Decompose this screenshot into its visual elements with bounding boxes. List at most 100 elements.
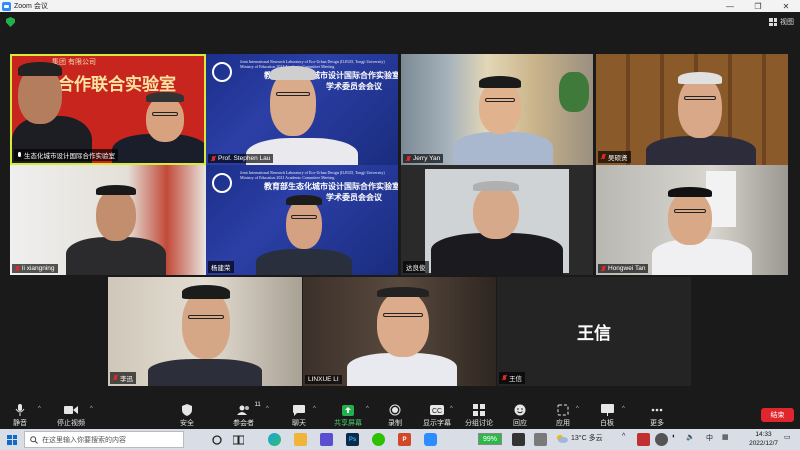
task-view-icon[interactable] [232,433,245,446]
share-screen-icon [342,404,354,416]
participant-name-tag: Prof. Stephen Lau [208,154,274,163]
notification-center-icon[interactable]: ▭ [784,433,791,441]
close-button[interactable]: ✕ [772,2,800,11]
whiteboard-button[interactable]: 白板 [600,404,614,428]
microphone-muted-icon [15,265,20,272]
participant-name-tag: Jerry Yan [403,154,444,163]
clock-time: 14:33 [755,431,772,438]
video-tile-3[interactable]: 吴硕贤 [596,54,788,165]
chat-options-caret-icon[interactable]: ^ [313,406,316,412]
zoom-logo-icon [2,1,11,11]
video-tile-9[interactable]: LINXUE LI [303,277,496,386]
maximize-button[interactable]: ❐ [744,2,772,11]
university-logo-icon [212,173,232,193]
input-method-indicator[interactable]: 中 [706,433,713,443]
powerpoint-icon[interactable]: P [398,433,411,446]
security-label: 安全 [180,420,194,427]
participant-name-tag: li xiangning [12,264,58,273]
apps-button[interactable]: 应用 [556,404,570,428]
captions-button[interactable]: CC 显示字幕 [423,404,451,428]
participant-name: Jerry Yan [413,155,441,162]
video-tile-8[interactable]: 李迅 [108,277,302,386]
participant-name-tag: 杨建荣 [208,261,234,273]
security-button[interactable]: 安全 [180,404,194,428]
encryption-shield-icon[interactable] [6,17,15,27]
breakout-rooms-icon [473,404,485,416]
participants-button[interactable]: 11 参会者 [233,402,261,428]
participants-label: 参会者 [233,420,254,427]
tray-app-icon-2[interactable] [534,433,547,446]
stop-video-button[interactable]: 停止视频 [57,404,85,428]
record-button[interactable]: 录制 [388,404,402,428]
participant-name-tag: LINXUE LI [305,375,342,384]
taskbar-search-input[interactable]: 在这里输入你要搜索的内容 [24,431,184,448]
title-bar: Zoom 会议 — ❐ ✕ [0,0,800,12]
video-tile-2[interactable]: Jerry Yan [401,54,593,165]
tray-status-icon[interactable] [637,433,650,446]
cortana-circle-icon[interactable] [210,433,223,446]
wechat-icon[interactable] [372,433,385,446]
video-tile-4[interactable]: li xiangning [10,165,206,275]
view-button-label: 视图 [780,19,794,26]
chat-bubble-icon [293,404,305,416]
mute-options-caret-icon[interactable]: ^ [38,406,41,412]
ime-options-icon[interactable]: ▦ [722,433,729,441]
zoom-taskbar-icon[interactable] [424,433,437,446]
file-explorer-icon[interactable] [294,433,307,446]
video-tile-1[interactable]: Joint International Research Laboratory … [206,54,398,165]
taskbar-clock[interactable]: 14:33 2022/12/7 [749,430,778,448]
microphone-muted-icon [601,265,606,272]
mute-button[interactable]: 静音 [13,404,27,428]
weather-widget[interactable]: 13°C 多云 [556,433,603,443]
smiley-plus-icon [514,404,526,416]
record-icon [389,404,401,416]
reactions-label: 回应 [513,420,527,427]
video-tile-10[interactable]: 王信 王信 [497,277,691,386]
edge-browser-icon[interactable] [268,433,281,446]
view-button[interactable]: 视图 [769,17,794,27]
show-hidden-icons-button[interactable]: ^ [622,433,625,440]
captions-options-caret-icon[interactable]: ^ [450,406,453,412]
more-label: 更多 [650,420,664,427]
microphone-muted-icon [502,375,507,381]
participant-name-tag: 达良俊 [403,261,429,273]
chat-button[interactable]: 聊天 [292,404,306,428]
participants-count: 11 [254,402,261,408]
windows-start-icon[interactable] [7,434,17,445]
chat-label: 聊天 [292,420,306,427]
microphone-muted-icon [113,375,118,381]
zoom-window: Zoom 会议 — ❐ ✕ 视图 集团 有限公司 际合作联合实验室 生态化城市设… [0,0,800,450]
network-icon[interactable]: ◐ [672,433,676,440]
participant-name-tag: 吴硕贤 [598,151,631,163]
participants-options-caret-icon[interactable]: ^ [266,406,269,412]
speaker-icon[interactable]: 🔈 [686,433,695,441]
breakout-rooms-button[interactable]: 分组讨论 [465,404,493,428]
minimize-button[interactable]: — [716,2,744,11]
svg-text:CC: CC [432,408,442,415]
participant-avatar-name: 王信 [577,324,611,344]
video-options-caret-icon[interactable]: ^ [90,406,93,412]
photoshop-icon[interactable]: Ps [346,433,359,446]
video-tile-0[interactable]: 集团 有限公司 际合作联合实验室 生态化城市设计国际合作实验室 [10,54,206,165]
participant-name: Hongwei Tan [608,265,646,272]
search-placeholder: 在这里输入你要搜索的内容 [42,436,126,444]
clock-date: 2022/12/7 [749,440,778,447]
apps-options-caret-icon[interactable]: ^ [576,406,579,412]
weather-text: 13°C 多云 [571,435,603,442]
closed-captions-icon: CC [430,404,444,416]
share-options-caret-icon[interactable]: ^ [366,406,369,412]
video-tile-6[interactable]: 达良俊 [401,165,593,275]
tray-security-icon[interactable] [655,433,668,446]
store-icon[interactable] [320,433,333,446]
battery-indicator[interactable]: 99% [478,433,502,445]
reactions-button[interactable]: 回应 [513,404,527,428]
more-button[interactable]: 更多 [650,404,664,428]
tray-app-icon[interactable] [512,433,525,446]
video-tile-5[interactable]: Joint International Research Laboratory … [206,165,398,275]
whiteboard-options-caret-icon[interactable]: ^ [622,406,625,412]
gallery-grid-icon [769,18,777,26]
video-tile-7[interactable]: Hongwei Tan [596,165,788,275]
end-meeting-button[interactable]: 结束 [761,408,794,422]
share-screen-button[interactable]: 共享屏幕 [334,404,362,428]
microphone-icon [15,404,25,416]
